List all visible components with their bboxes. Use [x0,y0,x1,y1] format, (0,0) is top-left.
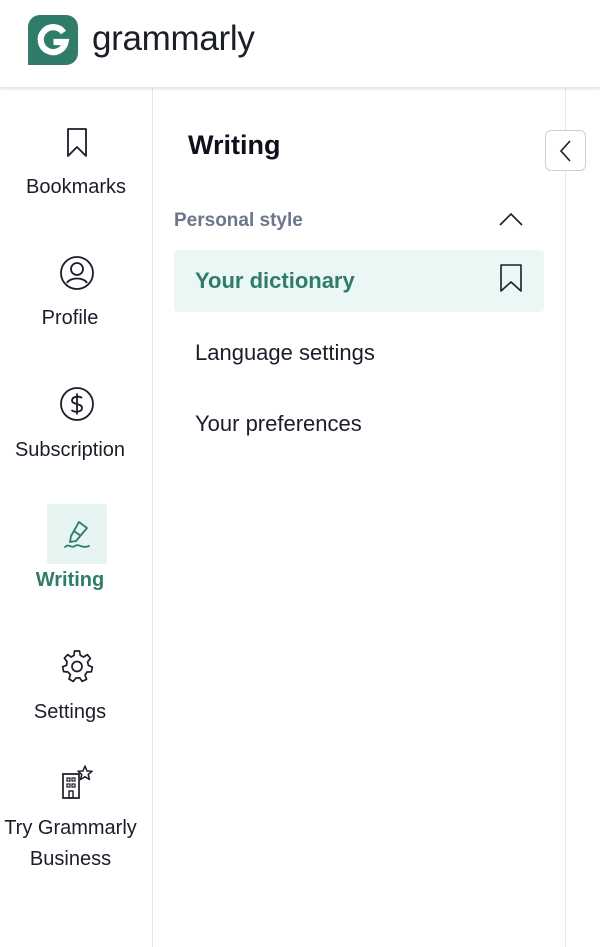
collapse-panel-button[interactable] [545,130,586,171]
grammarly-logo-icon[interactable] [28,15,78,65]
bookmark-icon[interactable] [498,263,524,299]
menu-item-label: Language settings [195,340,375,365]
sidebar-item-writing[interactable]: Writing [0,504,153,604]
gear-icon [57,646,97,686]
building-star-icon [57,762,97,802]
profile-icon [57,253,97,293]
chevron-up-icon [498,211,524,232]
sidebar-item-subscription[interactable]: Subscription [0,382,153,472]
menu-item-your-preferences[interactable]: Your preferences [174,393,544,455]
sidebar-item-bookmarks[interactable]: Bookmarks [0,118,153,208]
brand-name: grammarly [92,19,255,58]
sidebar-item-label: Subscription [14,439,126,461]
sidebar-item-profile[interactable]: Profile [0,250,153,340]
sidebar-nav: Bookmarks Profile Subscription Writing S… [0,88,153,947]
sidebar-item-label: Try Grammarly Business [4,817,137,870]
menu-item-label: Your preferences [195,411,362,436]
sidebar-item-settings[interactable]: Settings [0,644,153,734]
section-personal-style[interactable]: Personal style [174,204,524,238]
panel-title: Writing [188,130,281,160]
chevron-left-icon [559,139,571,162]
section-title: Personal style [174,210,303,231]
pen-icon [46,504,107,564]
app-header: grammarly [0,0,600,88]
sidebar-item-label: Settings [33,701,107,723]
sidebar-item-label: Writing [35,569,105,591]
menu-item-language-settings[interactable]: Language settings [174,322,544,384]
sidebar-item-try-business[interactable]: Try Grammarly Business [0,762,153,872]
sidebar-item-label: Profile [41,307,99,329]
menu-item-label: Your dictionary [195,268,355,293]
writing-panel: Writing Personal style Your dictionary L… [154,88,566,947]
dollar-icon [57,384,97,424]
menu-item-your-dictionary[interactable]: Your dictionary [174,250,544,312]
sidebar-item-label: Bookmarks [25,176,127,198]
bookmark-icon [57,122,97,162]
